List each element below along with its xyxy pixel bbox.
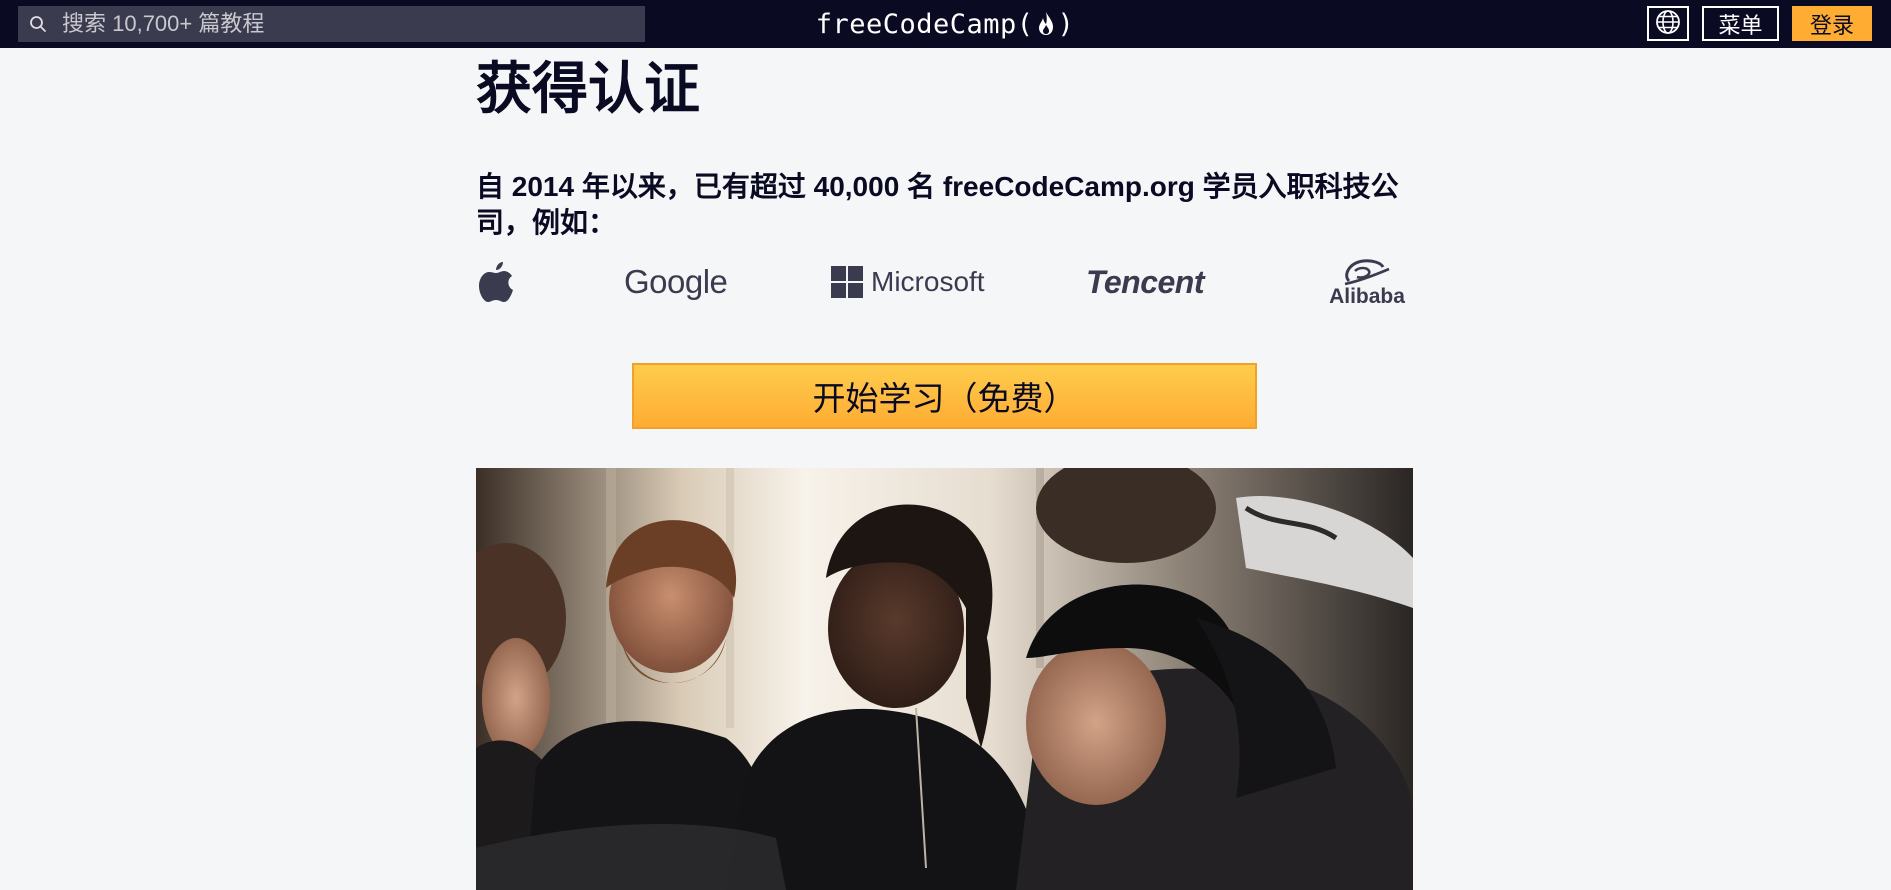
- company-logos: Google Microsoft Tencent Alibaba: [476, 252, 1416, 312]
- brand-logo[interactable]: freeCodeCamp( ): [800, 0, 1090, 48]
- top-navbar: freeCodeCamp( ) 菜单 登录: [0, 0, 1891, 48]
- language-button[interactable]: [1647, 6, 1689, 41]
- start-learning-button[interactable]: 开始学习（免费）: [632, 363, 1257, 429]
- microsoft-logo-text: Microsoft: [871, 266, 985, 297]
- search-input[interactable]: [58, 6, 645, 42]
- alibaba-swoosh-icon: [1344, 259, 1390, 286]
- search-icon: [18, 6, 58, 42]
- brand-text-left: freeCodeCamp(: [815, 8, 1034, 40]
- microsoft-grid-icon: [831, 266, 863, 298]
- flame-icon: [1035, 10, 1057, 38]
- tencent-logo: Tencent: [1086, 263, 1205, 300]
- globe-icon: [1655, 9, 1681, 38]
- login-button[interactable]: 登录: [1792, 6, 1872, 41]
- brand-text-right: ): [1057, 8, 1075, 40]
- students-photo: [476, 468, 1413, 890]
- page-title: 获得认证: [476, 57, 700, 120]
- search-bar[interactable]: [18, 6, 645, 42]
- apple-logo-icon: [476, 252, 522, 312]
- alibaba-logo-text: Alibaba: [1329, 285, 1405, 308]
- alibaba-logo: Alibaba: [1318, 252, 1416, 312]
- google-logo: Google: [624, 263, 728, 300]
- microsoft-logo: Microsoft: [831, 252, 985, 312]
- menu-button[interactable]: 菜单: [1702, 6, 1779, 41]
- page-subtitle: 自 2014 年以来，已有超过 40,000 名 freeCodeCamp.or…: [476, 171, 1399, 238]
